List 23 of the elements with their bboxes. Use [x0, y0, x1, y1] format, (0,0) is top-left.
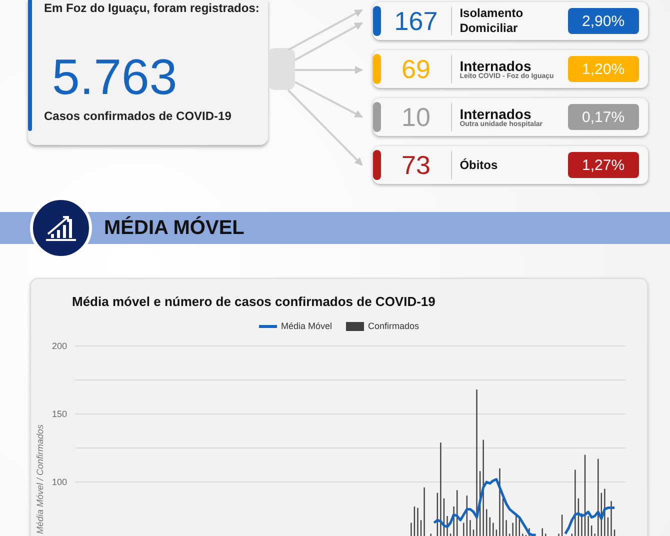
legend-label: Média Móvel [280, 321, 332, 331]
legend-label: Confirmados [368, 321, 420, 331]
stat-number: 10 [400, 102, 432, 132]
axis-tick: 200 [52, 341, 67, 351]
percent-badge: 1,20% [568, 56, 639, 82]
total-cases: 5.763 [52, 51, 178, 103]
summary-heading: Em Foz do Iguaçu, foram registrados: [44, 1, 260, 15]
axis-title: Média Móvel / Confirmados [35, 424, 45, 534]
stat-label: Isolamento Domiciliar [460, 6, 524, 36]
section-title: MÉDIA MÓVEL [104, 216, 244, 240]
stat-label: Internados [460, 106, 532, 120]
percent-badge: 0,17% [568, 104, 639, 130]
stat-label: Internados [460, 58, 532, 72]
stat-number: 73 [400, 150, 432, 180]
percent-badge: 2,90% [568, 8, 639, 34]
axis-tick: 150 [52, 409, 67, 419]
stat-number: 69 [400, 54, 432, 84]
chart-title: Média móvel e número de casos confirmados de COVID-19 [72, 294, 436, 309]
summary-caption: Casos confirmados de COVID-19 [44, 109, 232, 123]
stat-number: 167 [393, 6, 439, 36]
stat-label: Óbitos [460, 158, 499, 172]
percent-badge: 1,27% [568, 152, 639, 178]
axis-tick: 100 [52, 477, 67, 487]
